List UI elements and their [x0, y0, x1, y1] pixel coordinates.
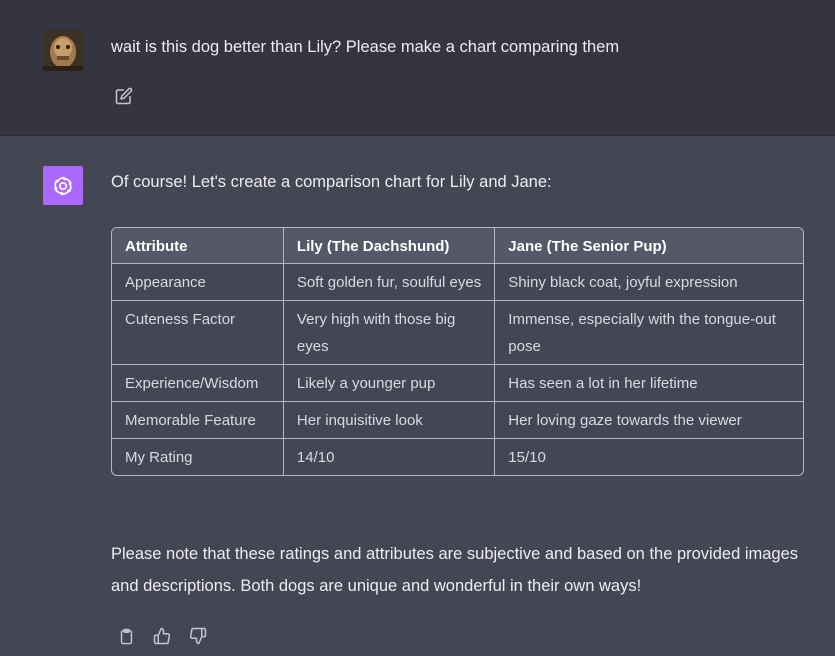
table-cell: Appearance [112, 264, 284, 301]
table-cell: My Rating [112, 439, 284, 475]
table-cell: Cuteness Factor [112, 301, 284, 365]
table-row: Cuteness Factor Very high with those big… [112, 301, 803, 365]
table-header-cell: Lily (The Dachshund) [283, 228, 496, 264]
thumbs-down-icon[interactable] [187, 625, 209, 647]
openai-logo-icon [43, 166, 83, 205]
table-header-row: Attribute Lily (The Dachshund) Jane (The… [112, 228, 803, 264]
assistant-outro-text: Please note that these ratings and attri… [111, 545, 799, 595]
assistant-intro-text: Of course! Let's create a comparison cha… [111, 173, 552, 191]
table-cell: Has seen a lot in her lifetime [495, 365, 803, 402]
table-header-cell: Attribute [112, 228, 284, 264]
table-cell: Likely a younger pup [283, 365, 496, 402]
table-cell: Shiny black coat, joyful expression [495, 264, 803, 301]
table-cell: Her loving gaze towards the viewer [495, 402, 803, 439]
user-avatar [43, 30, 83, 71]
table-row: Experience/Wisdom Likely a younger pup H… [112, 365, 803, 402]
table-header-cell: Jane (The Senior Pup) [495, 228, 803, 264]
table-cell: Her inquisitive look [283, 402, 496, 439]
user-message: wait is this dog better than Lily? Pleas… [0, 0, 835, 136]
table-row: Appearance Soft golden fur, soulful eyes… [112, 264, 803, 301]
table-cell: 15/10 [508, 449, 546, 466]
table-cell: Soft golden fur, soulful eyes [283, 264, 496, 301]
table-cell: Experience/Wisdom [112, 365, 284, 402]
table-cell: Very high with those big eyes [283, 301, 496, 365]
table-cell: Immense, especially with the tongue-out … [495, 301, 803, 365]
user-message-text: wait is this dog better than Lily? Pleas… [111, 38, 620, 56]
message-actions [115, 625, 209, 647]
clipboard-icon[interactable] [115, 625, 137, 647]
table-cell: Memorable Feature [112, 402, 284, 439]
table-row: My Rating 14/10 15/10 [112, 439, 803, 475]
comparison-table: Attribute Lily (The Dachshund) Jane (The… [111, 227, 804, 476]
thumbs-up-icon[interactable] [151, 625, 173, 647]
assistant-message: Of course! Let's create a comparison cha… [0, 136, 835, 656]
edit-icon[interactable] [113, 85, 135, 107]
table-row: Memorable Feature Her inquisitive look H… [112, 402, 803, 439]
table-cell: 14/10 [284, 439, 496, 475]
